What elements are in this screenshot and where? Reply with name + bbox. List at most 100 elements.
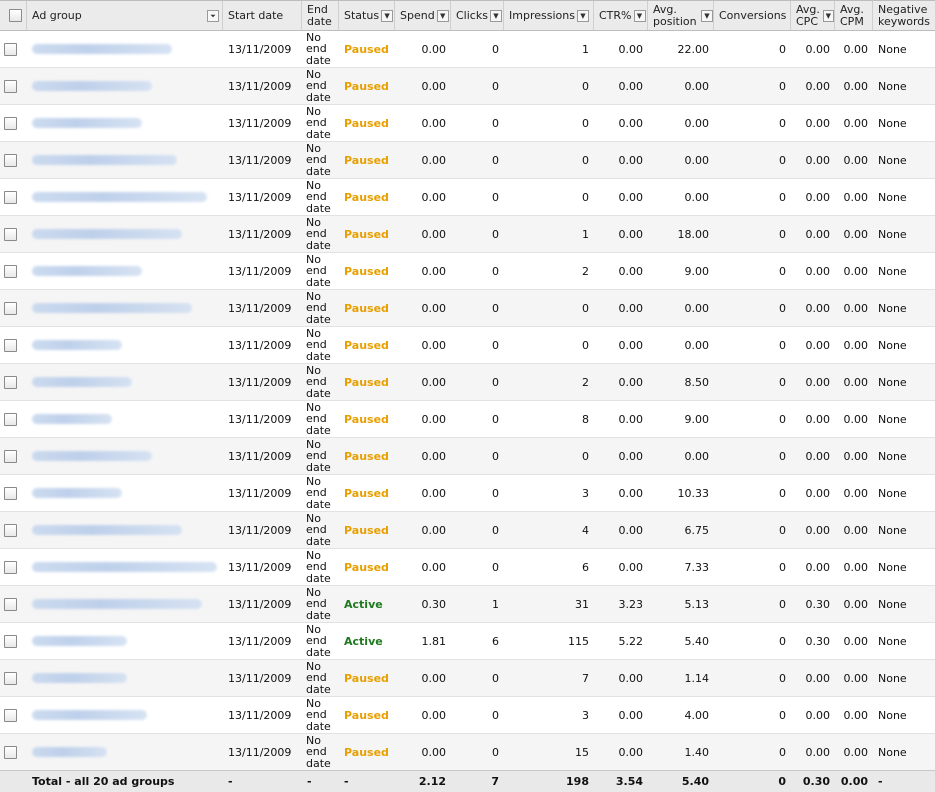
col-ad-group[interactable]: Ad group ⏷ bbox=[27, 1, 223, 30]
row-checkbox[interactable] bbox=[4, 338, 17, 352]
col-ctr[interactable]: CTR% ▼ bbox=[594, 1, 648, 30]
col-status[interactable]: Status ▼ bbox=[339, 1, 395, 30]
chevron-down-icon[interactable]: ▼ bbox=[822, 9, 834, 22]
table-row[interactable]: 13/11/2009 No end date Paused 0.00 0 4 0.00 6.7… bbox=[0, 512, 935, 549]
ad-group-link-redacted[interactable] bbox=[32, 525, 182, 535]
status-value[interactable]: Paused bbox=[344, 191, 389, 204]
status-value[interactable]: Active bbox=[344, 635, 383, 648]
row-checkbox[interactable] bbox=[4, 79, 17, 93]
status-value[interactable]: Paused bbox=[344, 302, 389, 315]
table-row[interactable]: 13/11/2009 No end date Paused 0.00 0 0 0.00 0.0… bbox=[0, 438, 935, 475]
row-checkbox[interactable] bbox=[4, 301, 17, 315]
table-row[interactable]: 13/11/2009 No end date Paused 0.00 0 8 0.00 9.0… bbox=[0, 401, 935, 438]
row-checkbox[interactable] bbox=[4, 634, 17, 648]
row-checkbox[interactable] bbox=[4, 375, 17, 389]
col-avg-cpm[interactable]: Avg. CPM bbox=[835, 1, 873, 30]
chevron-down-icon[interactable]: ▼ bbox=[701, 9, 713, 22]
status-value[interactable]: Paused bbox=[344, 450, 389, 463]
col-avg-cpc[interactable]: Avg. CPC ▼ bbox=[791, 1, 835, 30]
row-checkbox[interactable] bbox=[4, 486, 17, 500]
row-checkbox[interactable] bbox=[4, 412, 17, 426]
table-row[interactable]: 13/11/2009 No end date Paused 0.00 0 0 0.00 0.0… bbox=[0, 179, 935, 216]
chevron-down-icon[interactable]: ▼ bbox=[436, 9, 449, 22]
status-value[interactable]: Paused bbox=[344, 265, 389, 278]
ad-group-link-redacted[interactable] bbox=[32, 155, 177, 165]
table-row[interactable]: 13/11/2009 No end date Paused 0.00 0 7 0.00 1.1… bbox=[0, 660, 935, 697]
ad-group-link-redacted[interactable] bbox=[32, 118, 142, 128]
ad-group-link-redacted[interactable] bbox=[32, 192, 207, 202]
ad-group-link-redacted[interactable] bbox=[32, 636, 127, 646]
ad-group-link-redacted[interactable] bbox=[32, 266, 142, 276]
ad-group-link-redacted[interactable] bbox=[32, 451, 152, 461]
table-row[interactable]: 13/11/2009 No end date Paused 0.00 0 0 0.00 0.0… bbox=[0, 290, 935, 327]
col-clicks[interactable]: Clicks ▼ bbox=[451, 1, 504, 30]
row-checkbox[interactable] bbox=[4, 708, 17, 722]
row-checkbox[interactable] bbox=[4, 671, 17, 685]
row-checkbox[interactable] bbox=[4, 227, 17, 241]
chevron-down-icon[interactable]: ▼ bbox=[576, 9, 589, 22]
select-all-checkbox[interactable] bbox=[9, 9, 22, 22]
col-conversions[interactable]: Conversions bbox=[714, 1, 791, 30]
ad-group-link-redacted[interactable] bbox=[32, 340, 122, 350]
status-value[interactable]: Active bbox=[344, 598, 383, 611]
row-checkbox[interactable] bbox=[4, 190, 17, 204]
ad-group-link-redacted[interactable] bbox=[32, 377, 132, 387]
col-impressions[interactable]: Impressions ▼ bbox=[504, 1, 594, 30]
row-checkbox[interactable] bbox=[4, 523, 17, 537]
col-spend[interactable]: Spend ▼ bbox=[395, 1, 451, 30]
table-row[interactable]: 13/11/2009 No end date Paused 0.00 0 0 0.00 0.0… bbox=[0, 68, 935, 105]
ad-group-link-redacted[interactable] bbox=[32, 303, 192, 313]
status-value[interactable]: Paused bbox=[344, 339, 389, 352]
ad-group-link-redacted[interactable] bbox=[32, 599, 202, 609]
chevron-down-icon[interactable]: ▼ bbox=[633, 9, 646, 22]
chevron-down-icon[interactable]: ▼ bbox=[381, 9, 394, 22]
status-value[interactable]: Paused bbox=[344, 228, 389, 241]
ad-group-link-redacted[interactable] bbox=[32, 81, 152, 91]
status-value[interactable]: Paused bbox=[344, 376, 389, 389]
ad-group-link-redacted[interactable] bbox=[32, 229, 182, 239]
col-avg-position[interactable]: Avg. position ▼ bbox=[648, 1, 714, 30]
row-checkbox[interactable] bbox=[4, 597, 17, 611]
status-value[interactable]: Paused bbox=[344, 487, 389, 500]
ad-group-link-redacted[interactable] bbox=[32, 710, 147, 720]
ad-group-link-redacted[interactable] bbox=[32, 488, 122, 498]
table-row[interactable]: 13/11/2009 No end date Paused 0.00 0 0 0.00 0.0… bbox=[0, 142, 935, 179]
row-checkbox[interactable] bbox=[4, 264, 17, 278]
row-checkbox[interactable] bbox=[4, 42, 17, 56]
row-checkbox[interactable] bbox=[4, 745, 17, 759]
table-row[interactable]: 13/11/2009 No end date Paused 0.00 0 3 0.00 10.… bbox=[0, 475, 935, 512]
table-row[interactable]: 13/11/2009 No end date Paused 0.00 0 2 0.00 8.5… bbox=[0, 364, 935, 401]
status-value[interactable]: Paused bbox=[344, 524, 389, 537]
col-start-date[interactable]: Start date bbox=[223, 1, 302, 30]
row-checkbox[interactable] bbox=[4, 449, 17, 463]
status-value[interactable]: Paused bbox=[344, 80, 389, 93]
table-row[interactable]: 13/11/2009 No end date Active 1.81 6 115 5.22 5… bbox=[0, 623, 935, 660]
chevron-down-icon[interactable]: ▼ bbox=[489, 9, 502, 22]
table-row[interactable]: 13/11/2009 No end date Paused 0.00 0 1 0.00 18.… bbox=[0, 216, 935, 253]
table-row[interactable]: 13/11/2009 No end date Paused 0.00 0 0 0.00 0.0… bbox=[0, 105, 935, 142]
ad-group-link-redacted[interactable] bbox=[32, 747, 107, 757]
status-value[interactable]: Paused bbox=[344, 709, 389, 722]
col-negative-keywords[interactable]: Negative keywords bbox=[873, 1, 935, 30]
table-row[interactable]: 13/11/2009 No end date Paused 0.00 0 0 0.00 0.0… bbox=[0, 327, 935, 364]
status-value[interactable]: Paused bbox=[344, 117, 389, 130]
status-value[interactable]: Paused bbox=[344, 413, 389, 426]
table-row[interactable]: 13/11/2009 No end date Paused 0.00 0 3 0.00 4.0… bbox=[0, 697, 935, 734]
row-checkbox[interactable] bbox=[4, 116, 17, 130]
col-end-date[interactable]: End date bbox=[302, 1, 339, 30]
table-row[interactable]: 13/11/2009 No end date Paused 0.00 0 1 0.00 22.… bbox=[0, 31, 935, 68]
status-value[interactable]: Paused bbox=[344, 154, 389, 167]
ad-group-link-redacted[interactable] bbox=[32, 414, 112, 424]
sort-icon[interactable]: ⏷ bbox=[207, 9, 219, 22]
table-row[interactable]: 13/11/2009 No end date Paused 0.00 0 6 0.00 7.3… bbox=[0, 549, 935, 586]
status-value[interactable]: Paused bbox=[344, 43, 389, 56]
row-checkbox[interactable] bbox=[4, 560, 17, 574]
ad-group-link-redacted[interactable] bbox=[32, 562, 217, 572]
table-row[interactable]: 13/11/2009 No end date Active 0.30 1 31 3.23 5.… bbox=[0, 586, 935, 623]
ad-group-link-redacted[interactable] bbox=[32, 673, 127, 683]
ad-group-link-redacted[interactable] bbox=[32, 44, 172, 54]
row-checkbox[interactable] bbox=[4, 153, 17, 167]
status-value[interactable]: Paused bbox=[344, 561, 389, 574]
table-row[interactable]: 13/11/2009 No end date Paused 0.00 0 15 0.00 1.… bbox=[0, 734, 935, 771]
status-value[interactable]: Paused bbox=[344, 746, 389, 759]
